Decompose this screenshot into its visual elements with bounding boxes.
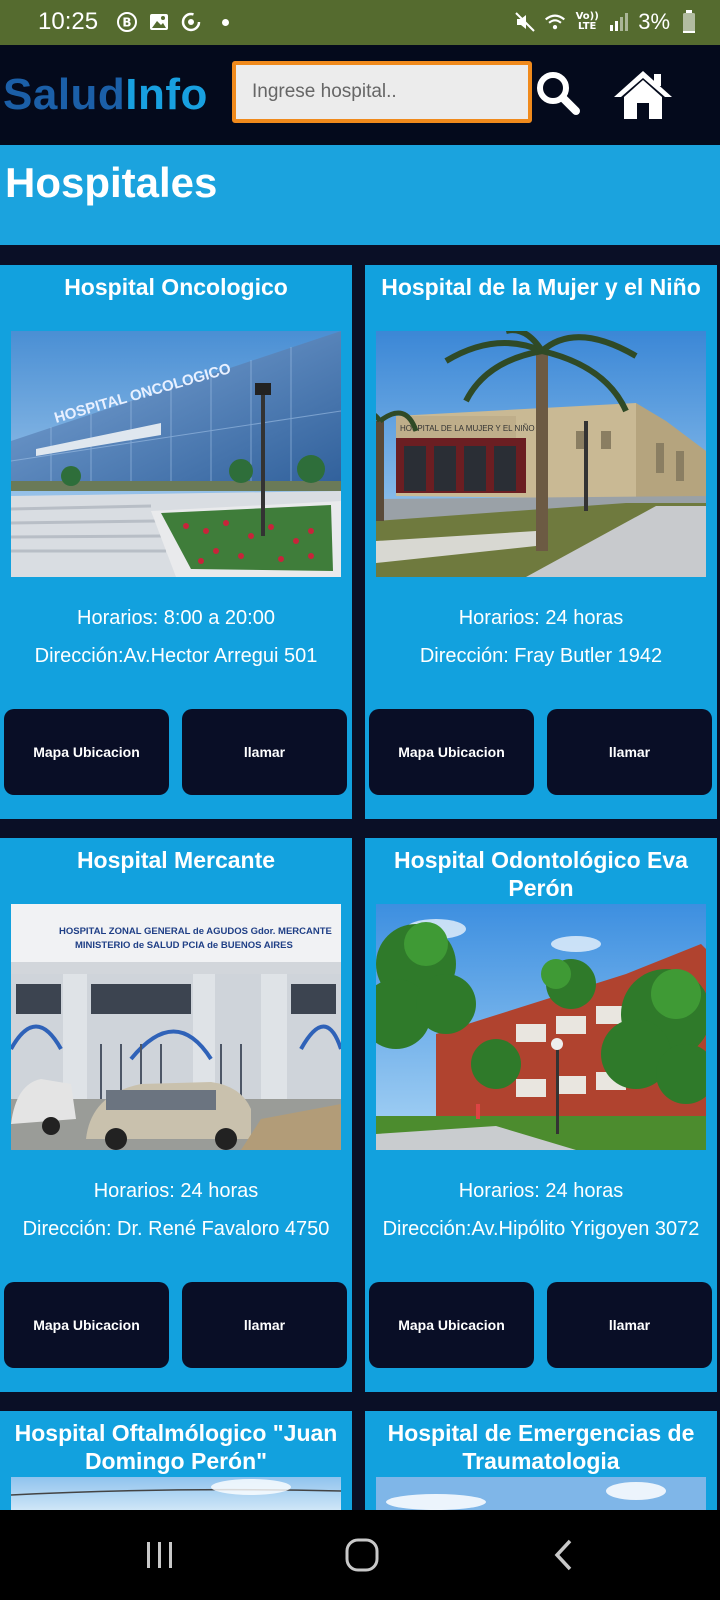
status-notification-icons: B (116, 11, 229, 33)
back-icon (554, 1539, 572, 1571)
hospital-photo: HOSPITAL ONCOLOGICO (11, 331, 341, 577)
hospital-photo (376, 904, 706, 1150)
title-band: Hospitales (0, 145, 720, 245)
system-nav-bar (0, 1510, 720, 1600)
status-bar: 10:25 B Vo)) LTE 3% (0, 0, 720, 45)
notification-dot (222, 18, 229, 26)
home-icon (614, 71, 672, 119)
photo-sign-text: HOSPITAL DE LA MUJER Y EL NIÑO (400, 424, 535, 433)
status-system-icons: Vo)) LTE 3% (514, 9, 700, 35)
hospital-photo: HOSPITAL DE LA MUJER Y EL NIÑO (376, 331, 706, 577)
home-button[interactable] (612, 67, 674, 123)
hospital-address: Dirección:Av.Hector Arregui 501 (34, 645, 318, 667)
wifi-icon (544, 11, 566, 33)
hospital-photo (376, 1477, 706, 1510)
hospital-card: Hospital Oncologico HOSPITAL ONCOLOGICO (0, 265, 352, 819)
recent-apps-button[interactable] (130, 1530, 190, 1580)
search-input[interactable] (232, 61, 532, 123)
b-icon: B (116, 11, 138, 33)
nav-home-icon (345, 1538, 379, 1572)
brand-part-salud: Salud (3, 70, 126, 119)
hospital-address: Dirección: Dr. René Favaloro 4750 (22, 1218, 330, 1240)
photo-sign-text: MINISTERIO de SALUD PCIA de BUENOS AIRES (75, 940, 293, 951)
hospital-hours: Horarios: 24 horas (93, 1180, 259, 1202)
hospital-name: Hospital Oncologico (64, 274, 288, 300)
map-location-button[interactable]: Mapa Ubicacion (4, 1282, 169, 1368)
hospital-hours: Horarios: 24 horas (458, 1180, 624, 1202)
hospital-address: Dirección: Fray Butler 1942 (419, 645, 663, 667)
search-icon (537, 72, 580, 115)
hospital-hours: Horarios: 24 horas (458, 607, 624, 629)
signal-icon (608, 11, 630, 33)
page-title: Hospitales (5, 159, 218, 206)
sync-icon (180, 11, 202, 33)
hospital-name: Hospital Oftalmólogico "Juan Domingo Per… (14, 1420, 338, 1474)
hospital-name: Hospital de la Mujer y el Niño (381, 274, 701, 300)
hospital-address: Dirección:Av.Hipólito Yrigoyen 3072 (382, 1218, 700, 1240)
hospital-name: Hospital Odontológico Eva Perón (394, 847, 688, 901)
brand-part-info: Info (125, 70, 208, 119)
hospital-card: Hospital de Emergencias de Traumatologia (365, 1411, 717, 1510)
status-time: 10:25 (38, 8, 99, 35)
call-button[interactable]: llamar (182, 709, 347, 795)
mute-icon (514, 11, 536, 33)
map-location-button[interactable]: Mapa Ubicacion (369, 709, 534, 795)
hospital-name: Hospital Mercante (76, 847, 276, 873)
app-header: SaludInfo (0, 45, 720, 145)
hospital-photo: HOSPITAL ZONAL GENERAL de AGUDOS Gdor. M… (11, 904, 341, 1150)
battery-percent: 3% (638, 9, 670, 34)
hospital-name: Hospital de Emergencias de Traumatologia (387, 1420, 695, 1474)
hospital-card: Hospital Odontológico Eva Perón Horarios… (365, 838, 717, 1392)
call-button[interactable]: llamar (182, 1282, 347, 1368)
image-icon (148, 11, 170, 33)
recent-apps-icon (147, 1542, 172, 1568)
brand-logo[interactable]: SaludInfo (3, 70, 208, 120)
hospital-card: Hospital Oftalmólogico "Juan Domingo Per… (0, 1411, 352, 1510)
hospital-card: Hospital Mercante HOSPITAL ZONAL GENERAL… (0, 838, 352, 1392)
nav-home-button[interactable] (332, 1530, 392, 1580)
volte-icon: Vo)) LTE (575, 11, 599, 32)
battery-icon (678, 10, 700, 33)
search-button[interactable] (532, 67, 584, 119)
map-location-button[interactable]: Mapa Ubicacion (4, 709, 169, 795)
hospital-hours: Horarios: 8:00 a 20:00 (77, 607, 275, 629)
map-location-button[interactable]: Mapa Ubicacion (369, 1282, 534, 1368)
call-button[interactable]: llamar (547, 709, 712, 795)
hospital-photo (11, 1477, 341, 1510)
call-button[interactable]: llamar (547, 1282, 712, 1368)
photo-sign-text: HOSPITAL ZONAL GENERAL de AGUDOS Gdor. M… (59, 926, 332, 937)
svg-text:B: B (122, 16, 131, 30)
hospital-card: Hospital de la Mujer y el Niño HOSPITAL … (365, 265, 717, 819)
back-button[interactable] (534, 1530, 594, 1580)
